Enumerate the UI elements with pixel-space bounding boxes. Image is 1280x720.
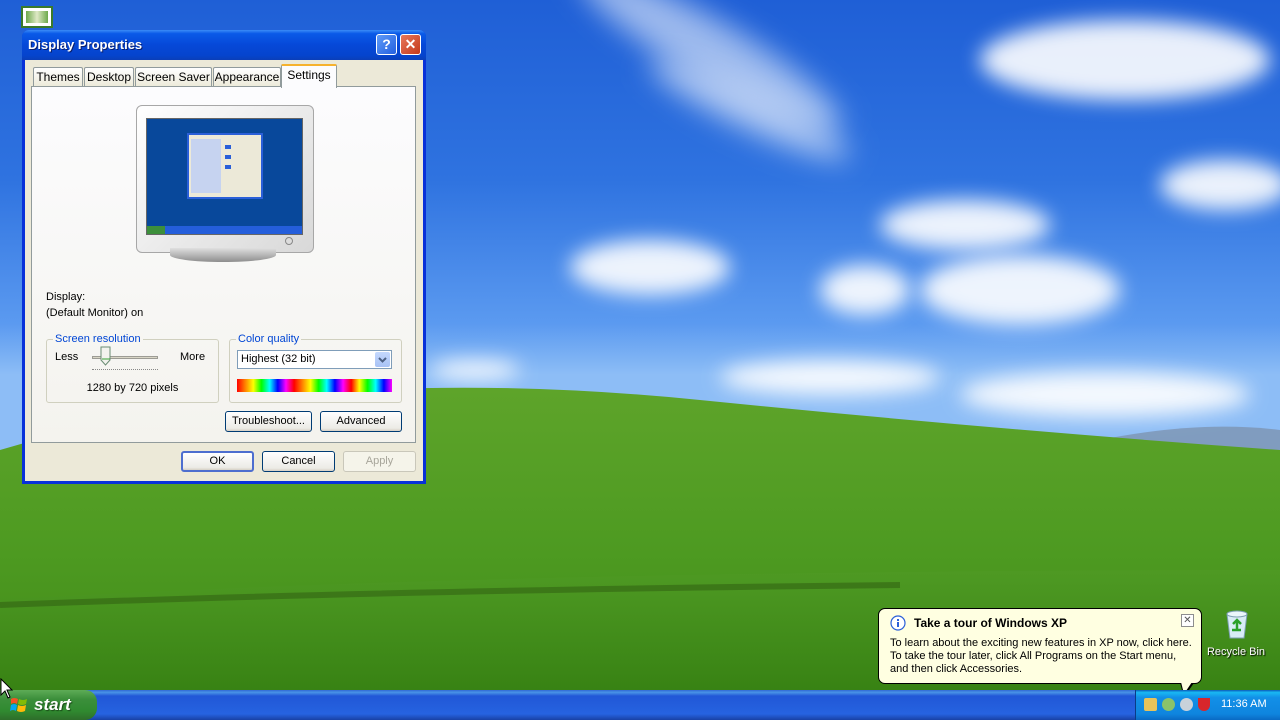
window-title: Display Properties — [28, 37, 143, 52]
balloon-close-button[interactable]: ✕ — [1181, 614, 1194, 627]
security-shield-icon[interactable] — [1198, 698, 1210, 711]
screen-resolution-title: Screen resolution — [53, 333, 143, 345]
help-button[interactable]: ? — [376, 34, 397, 55]
balloon-text-line: To learn about the exciting new features… — [890, 637, 1192, 649]
tab-desktop[interactable]: Desktop — [84, 67, 134, 87]
display-value: (Default Monitor) on — [46, 307, 144, 319]
dropdown-arrow-icon[interactable] — [375, 352, 390, 367]
balloon-text-line: To take the tour later, click All Progra… — [890, 650, 1177, 662]
tab-screen-saver[interactable]: Screen Saver — [135, 67, 212, 87]
start-label: start — [34, 695, 71, 714]
tab-label: Settings — [287, 68, 331, 82]
tab-label: Screen Saver — [137, 70, 210, 84]
mouse-cursor-icon — [0, 678, 14, 699]
ok-button[interactable]: OK — [181, 451, 254, 472]
less-label: Less — [55, 351, 79, 363]
clock: 11:36 AM — [1221, 698, 1267, 710]
advanced-button[interactable]: Advanced — [320, 411, 402, 432]
tab-label: Desktop — [86, 70, 132, 84]
recycle-bin[interactable]: Recycle Bin — [1204, 606, 1268, 664]
color-quality-select[interactable]: Highest (32 bit) — [237, 350, 392, 369]
title-bar[interactable]: Display Properties ? ✕ — [22, 30, 426, 60]
monitor-stand — [170, 248, 276, 262]
color-spectrum-bar — [237, 379, 392, 392]
tab-label: Appearance — [214, 70, 280, 84]
tour-icon[interactable] — [1180, 698, 1193, 711]
tab-appearance[interactable]: Appearance — [213, 67, 281, 87]
close-icon: ✕ — [404, 36, 417, 52]
tab-settings[interactable]: Settings — [281, 64, 337, 88]
monitor-preview — [136, 105, 314, 253]
tab-label: Themes — [36, 70, 80, 84]
display-label: Display: — [46, 291, 86, 303]
settings-panel: Display: (Default Monitor) on Screen res… — [31, 86, 416, 443]
window-client: Themes Desktop Screen Saver Appearance S… — [25, 60, 423, 481]
network-icon[interactable] — [1144, 698, 1157, 711]
more-label: More — [180, 351, 206, 363]
balloon-text-line: and then click Accessories. — [890, 663, 1023, 675]
tab-themes[interactable]: Themes — [33, 67, 83, 87]
monitor-screen — [146, 118, 303, 235]
slider-thumb-icon[interactable] — [100, 346, 111, 366]
help-icon: ? — [382, 36, 391, 52]
taskbar: start 11:36 AM — [0, 690, 1280, 720]
tour-balloon[interactable]: Take a tour of Windows XP ✕ To learn abo… — [878, 608, 1202, 684]
display-properties-window: Display Properties ? ✕ Themes Desktop Sc… — [22, 30, 426, 484]
color-quality-value: Highest (32 bit) — [241, 353, 316, 365]
update-icon[interactable] — [1162, 698, 1175, 711]
tray-icons[interactable] — [1144, 697, 1214, 713]
recycle-bin-label: Recycle Bin — [1206, 646, 1266, 658]
recycle-bin-icon — [1226, 610, 1248, 639]
resolution-value: 1280 by 720 pixels — [86, 382, 179, 394]
apply-button[interactable]: Apply — [343, 451, 416, 472]
cancel-button[interactable]: Cancel — [262, 451, 335, 472]
color-quality-group — [229, 339, 402, 403]
slider-ticks — [92, 369, 158, 372]
close-button[interactable]: ✕ — [400, 34, 421, 55]
color-quality-title: Color quality — [236, 333, 302, 345]
info-icon — [890, 615, 906, 631]
start-button[interactable]: start — [0, 690, 97, 720]
troubleshoot-button[interactable]: Troubleshoot... — [225, 411, 312, 432]
balloon-title: Take a tour of Windows XP — [914, 616, 1068, 630]
app-icon[interactable] — [21, 6, 53, 28]
system-tray: 11:36 AM — [1135, 690, 1280, 720]
